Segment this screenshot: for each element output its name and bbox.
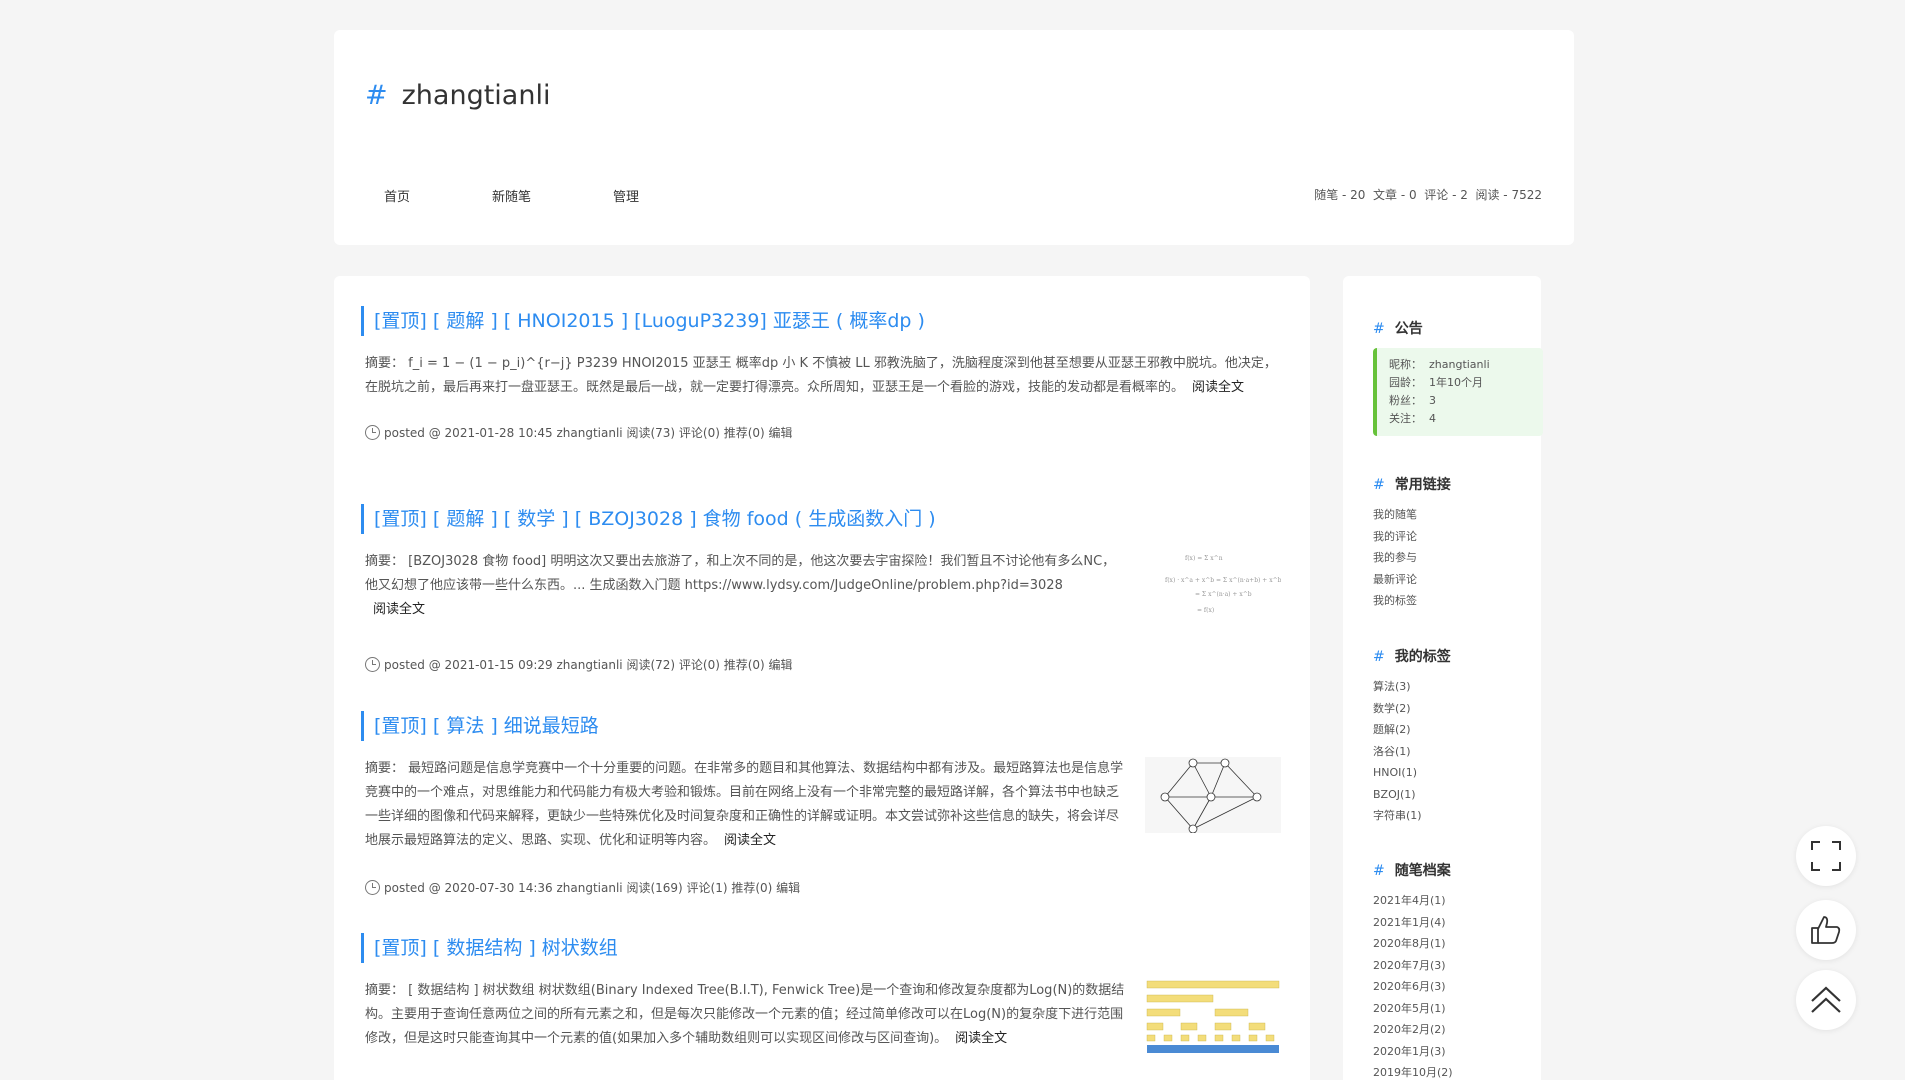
post-thumbnail (1145, 979, 1281, 1055)
common-links-section: # 常用链接 我的随笔 我的评论 我的参与 最新评论 我的标签 (1373, 474, 1543, 612)
read-more-link[interactable]: 阅读全文 (724, 833, 776, 848)
post-title[interactable]: [置顶] [ 数据结构 ] 树状数组 (361, 933, 1281, 963)
tag-item[interactable]: 算法(3) (1373, 676, 1543, 698)
post-item: [置顶] [ 算法 ] 细说最短路 摘要： 最短路问题是信息学竞赛中一个十分重要… (361, 711, 1281, 896)
sidebar: # 公告 昵称： zhangtianli 园龄： 1年10个月 粉丝： 3 关注： 4 #… (1343, 276, 1543, 1080)
post-meta: posted @ 2021-01-28 10:45 zhangtianli 阅读… (361, 424, 1281, 441)
post-meta: posted @ 2021-01-15 09:29 zhangtianli 阅读… (361, 656, 1281, 673)
link-my-participation[interactable]: 我的参与 (1373, 547, 1543, 569)
summary-text: 摘要： f_i = 1 − (1 − p_i)^{r−j} P3239 HNOI… (365, 356, 1277, 395)
tag-item[interactable]: 洛谷(1) (1373, 741, 1543, 763)
fullscreen-icon (1811, 841, 1841, 871)
tag-item[interactable]: 数学(2) (1373, 698, 1543, 720)
post-meta-text: posted @ 2020-07-30 14:36 zhangtianli 阅读… (384, 881, 801, 895)
post-thumbnail (1145, 757, 1281, 834)
archive-item[interactable]: 2020年5月(1) (1373, 998, 1543, 1020)
post-meta: posted @ 2020-07-30 14:36 zhangtianli 阅读… (361, 879, 1281, 896)
read-more-link[interactable]: 阅读全文 (955, 1031, 1007, 1046)
back-to-top-button[interactable] (1796, 970, 1856, 1030)
blog-stats: 随笔 - 20 文章 - 0 评论 - 2 阅读 - 7522 (1314, 188, 1542, 202)
thumbs-up-icon (1811, 916, 1841, 944)
bit-thumbnail-image (1146, 980, 1280, 1053)
archive-item[interactable]: 2020年7月(3) (1373, 955, 1543, 977)
post-item: [置顶] [ 数据结构 ] 树状数组 摘要： [数据结构] 树状数组 树状数… (361, 933, 1281, 1055)
section-heading: # 随笔档案 (1373, 863, 1451, 879)
post-item: [置顶] [ 题解 ] [ 数学 ] [ BZOJ3028 ] 食物 food … (361, 504, 1282, 673)
post-meta-text: posted @ 2021-01-28 10:45 zhangtianli 阅读… (384, 426, 793, 440)
tags-list: 算法(3) 数学(2) 题解(2) 洛谷(1) HNOI(1) BZOJ(1) … (1373, 676, 1543, 827)
post-summary: 摘要： f_i = 1 − (1 − p_i)^{r−j} P3239 HNOI… (361, 352, 1281, 400)
summary-text: 摘要： [ 数据结构 ] 树状数组 树状数组(Binary Indexed Tr… (365, 983, 1125, 1046)
tag-item[interactable]: HNOI(1) (1373, 762, 1543, 784)
archive-item[interactable]: 2021年1月(4) (1373, 912, 1543, 934)
tags-section: # 我的标签 算法(3) 数学(2) 题解(2) 洛谷(1) HNOI(1) BZ… (1373, 646, 1543, 827)
archive-item[interactable]: 2021年4月(1) (1373, 890, 1543, 912)
post-meta-text: posted @ 2021-01-15 09:29 zhangtianli 阅读… (384, 658, 793, 672)
nav-menu: 首页 新随笔 管理 (384, 186, 721, 205)
post-list: [置顶] [ 题解 ] [ HNOI2015 ] [LuoguP3239] 亚瑟… (334, 276, 1310, 1080)
post-item: [置顶] [ 题解 ] [ HNOI2015 ] [LuoguP3239] 亚瑟… (361, 306, 1281, 441)
svg-text:f(x) = Σ x^n: f(x) = Σ x^n (1185, 555, 1223, 562)
blog-title-text[interactable]: zhangtianli (402, 80, 551, 111)
notice-row: 园龄： 1年10个月 (1389, 376, 1483, 389)
link-my-posts[interactable]: 我的随笔 (1373, 504, 1543, 526)
post-summary: 摘要： [BZOJ3028 食物 food] 明明这次又要出去旅游了，和上次不同… (361, 550, 1281, 622)
archive-item[interactable]: 2020年8月(1) (1373, 933, 1543, 955)
post-title[interactable]: [置顶] [ 题解 ] [ 数学 ] [ BZOJ3028 ] 食物 food … (361, 504, 1281, 534)
tag-item[interactable]: 题解(2) (1373, 719, 1543, 741)
clock-icon (365, 657, 380, 672)
post-title[interactable]: [置顶] [ 题解 ] [ HNOI2015 ] [LuoguP3239] 亚瑟… (361, 306, 1281, 336)
post-title[interactable]: [置顶] [ 算法 ] 细说最短路 (361, 711, 1281, 741)
link-my-tags[interactable]: 我的标签 (1373, 590, 1543, 612)
tag-item[interactable]: BZOJ(1) (1373, 784, 1543, 806)
blog-title[interactable]: # zhangtianli (365, 80, 550, 111)
nav-admin[interactable]: 管理 (613, 186, 639, 205)
notice-row: 昵称： zhangtianli (1389, 358, 1490, 371)
archive-list: 2021年4月(1) 2021年1月(4) 2020年8月(1) 2020年7月… (1373, 890, 1543, 1080)
archive-item[interactable]: 2019年10月(2) (1373, 1062, 1543, 1080)
link-my-comments[interactable]: 我的评论 (1373, 526, 1543, 548)
like-button[interactable] (1796, 900, 1856, 960)
notice-row: 关注： 4 (1389, 412, 1436, 425)
title-hash: # (365, 80, 388, 111)
read-more-link[interactable]: 阅读全文 (373, 602, 425, 617)
section-heading: # 我的标签 (1373, 649, 1451, 665)
graph-thumbnail-image (1160, 758, 1262, 834)
section-heading: # 公告 (1373, 321, 1423, 337)
summary-text: 摘要： [BZOJ3028 食物 food] 明明这次又要出去旅游了，和上次不同… (365, 554, 1116, 593)
nickname-link[interactable]: zhangtianli (1429, 358, 1490, 371)
tag-item[interactable]: 字符串(1) (1373, 805, 1543, 827)
formula-thumbnail-image: f(x) = Σ x^n f(x) · x^a + x^b = Σ x^(n·a… (1165, 555, 1282, 614)
followers-count[interactable]: 3 (1429, 394, 1436, 407)
back-to-top-icon (1811, 986, 1841, 1013)
section-heading: # 常用链接 (1373, 477, 1451, 493)
archive-item[interactable]: 2020年1月(3) (1373, 1041, 1543, 1063)
svg-text:= f(x): = f(x) (1197, 607, 1214, 614)
nav-home[interactable]: 首页 (384, 186, 410, 205)
following-count[interactable]: 4 (1429, 412, 1436, 425)
svg-text:= Σ x^(n·a) + x^b: = Σ x^(n·a) + x^b (1195, 591, 1252, 598)
clock-icon (365, 880, 380, 895)
notice-row: 粉丝： 3 (1389, 394, 1436, 407)
archive-item[interactable]: 2020年2月(2) (1373, 1019, 1543, 1041)
post-summary: 摘要： 最短路问题是信息学竞赛中一个十分重要的问题。在非常多的题目和其他算法、数… (361, 757, 1281, 853)
link-latest-comments[interactable]: 最新评论 (1373, 569, 1543, 591)
archive-section: # 随笔档案 2021年4月(1) 2021年1月(4) 2020年8月(1) 2… (1373, 860, 1543, 1080)
blog-age[interactable]: 1年10个月 (1429, 376, 1483, 389)
blog-header: # zhangtianli 首页 新随笔 管理 随笔 - 20 文章 - 0 评论… (334, 30, 1574, 245)
svg-text:f(x) · x^a + x^b = Σ x^(n·a+b): f(x) · x^a + x^b = Σ x^(n·a+b) + x^b (1165, 577, 1281, 584)
nav-new-post[interactable]: 新随笔 (492, 186, 531, 205)
clock-icon (365, 425, 380, 440)
read-more-link[interactable]: 阅读全文 (1192, 380, 1244, 395)
notice-box: 昵称： zhangtianli 园龄： 1年10个月 粉丝： 3 关注： 4 (1373, 348, 1543, 436)
post-summary: 摘要： [ 数据结构 ] 树状数组 树状数组(Binary Indexed Tr… (361, 979, 1281, 1051)
post-thumbnail: f(x) = Σ x^n f(x) · x^a + x^b = Σ x^(n·a… (1145, 550, 1282, 626)
archive-item[interactable]: 2020年6月(3) (1373, 976, 1543, 998)
fullscreen-button[interactable] (1796, 826, 1856, 886)
notice-section: # 公告 昵称： zhangtianli 园龄： 1年10个月 粉丝： 3 关注： 4 (1373, 318, 1543, 436)
common-links-list: 我的随笔 我的评论 我的参与 最新评论 我的标签 (1373, 504, 1543, 612)
